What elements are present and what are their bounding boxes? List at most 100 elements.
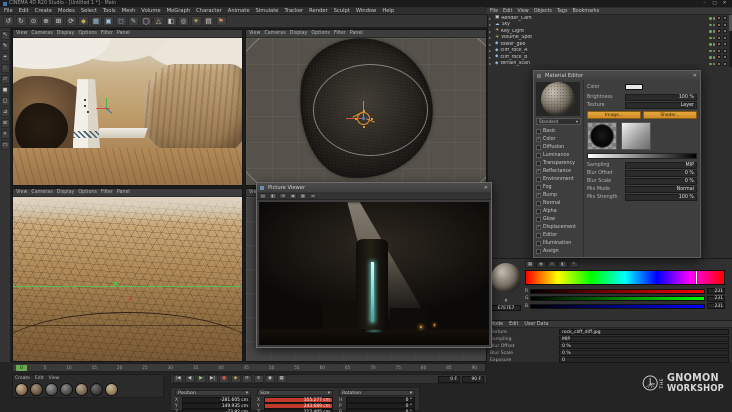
mode-icon[interactable]: ◼ [0,86,10,95]
menu-item[interactable]: Modes [58,8,75,14]
phong-tag-icon[interactable] [723,48,727,53]
render-visibility-dot[interactable] [712,36,715,39]
parameter-field[interactable]: 0 % [625,177,697,185]
viewport-top-canvas[interactable] [246,38,486,185]
toolbar-icon[interactable]: ◯ [140,16,152,26]
phong-tag-icon[interactable] [723,55,727,60]
viewport-top[interactable]: View Cameras Display Options Filter Panel [245,29,487,186]
channel-checkbox[interactable] [536,232,541,238]
channel-checkbox[interactable] [536,208,541,214]
visibility-toggles[interactable] [709,43,715,46]
phong-tag-icon[interactable] [723,42,727,47]
object-row[interactable]: ▸ ◆ tower_geo [487,41,729,48]
viewport-menu-item[interactable]: Filter [101,190,113,195]
transport-button[interactable]: ≡ [253,375,264,383]
texture-tag-icon[interactable] [717,35,721,40]
slider-track[interactable] [530,303,705,309]
viewport-menu-item[interactable]: Filter [101,31,113,36]
expand-caret-icon[interactable]: ▸ [489,29,493,34]
channel-checkbox[interactable]: ✓ [536,168,541,174]
material-channel-row[interactable]: Transparency [536,159,581,167]
editor-visibility-dot[interactable] [709,43,712,46]
material-channel-row[interactable]: Assign [536,247,581,255]
toolbar-icon[interactable]: ◻ [115,16,127,26]
object-row[interactable]: ▸ ◆ terrain_scan [487,61,729,68]
parameter-field[interactable]: Layer [625,101,697,109]
color-swatch[interactable] [625,84,643,90]
object-name[interactable]: Volume_Spot [501,35,707,40]
object-manager-menu-item[interactable]: Bookmarks [572,9,599,14]
object-name[interactable]: Key_Light [501,29,707,34]
material-editor-titlebar[interactable]: Material Editor ✕ [534,71,700,80]
material-channel-row[interactable]: ✓ Displacement [536,223,581,231]
channel-checkbox[interactable] [536,240,541,246]
expand-caret-icon[interactable]: ▸ [489,42,493,47]
mode-icon[interactable]: ↖ [0,31,10,40]
slider-track[interactable] [530,296,705,301]
toolbar-icon[interactable]: ↻ [15,16,27,26]
menu-item[interactable]: Character [196,8,222,14]
transport-button[interactable]: ▦ [276,375,287,383]
material-channel-row[interactable]: Fog [536,183,581,191]
viewport-menu-item[interactable]: View [16,31,27,36]
transport-button[interactable]: ◉ [265,375,275,383]
render-visibility-dot[interactable] [712,43,715,46]
channel-checkbox[interactable] [536,128,541,134]
toolbar-icon[interactable]: ⊕ [40,16,52,26]
phong-tag-icon[interactable] [723,29,727,34]
channel-checkbox[interactable]: ✓ [536,224,541,230]
editor-visibility-dot[interactable] [709,56,712,59]
viewport-front[interactable]: View Cameras Display Options Filter Panel [12,188,243,362]
menu-item[interactable]: MoGraph [167,8,191,14]
channel-checkbox[interactable]: ✓ [536,136,541,142]
viewport-menu-item[interactable]: Cameras [31,31,52,36]
shader-type-dropdown[interactable]: Standard ▾ [536,118,581,125]
texture-tag-icon[interactable] [717,16,721,21]
texture-button[interactable]: Shader... [643,111,697,119]
material-thumbnail[interactable] [90,383,103,396]
mode-icon[interactable]: ⌖ [0,53,10,62]
frame-start-field[interactable]: 0 F [438,375,460,383]
scale-handle[interactable] [371,117,373,120]
expand-caret-icon[interactable]: ▸ [489,22,493,27]
toolbar-icon[interactable]: ↺ [3,16,14,26]
viewport-menu-item[interactable]: Display [57,31,75,36]
material-thumbnail[interactable] [105,383,118,396]
object-row[interactable]: ▸ ▣ Render_Cam [487,15,729,22]
object-row[interactable]: ▸ ◆ cliff_rock_A [487,48,729,55]
menu-item[interactable]: Mesh [122,8,136,14]
phong-tag-icon[interactable] [723,35,727,40]
render-visibility-dot[interactable] [712,56,715,59]
viewport-menu-item[interactable]: Display [57,190,75,195]
axis-gizmo[interactable] [95,97,114,116]
object-manager-menu-item[interactable]: File [490,9,498,14]
expand-caret-icon[interactable]: ▸ [489,16,493,21]
render-visibility-dot[interactable] [712,62,715,65]
toolbar-icon[interactable]: ☀ [190,16,202,26]
viewport-front-canvas[interactable] [13,197,242,361]
editor-visibility-dot[interactable] [709,23,712,26]
texture-tag-icon[interactable] [717,61,721,66]
object-row[interactable]: ▸ ◆ cliff_rock_B [487,54,729,61]
material-thumbnail[interactable] [60,383,73,396]
menu-item[interactable]: Animate [228,8,250,14]
toolbar-icon[interactable]: ⊞ [53,16,64,26]
picture-viewer-tool-icon[interactable]: ▤ [259,192,267,199]
mode-icon[interactable]: ✎ [0,42,10,51]
color-mode-icon[interactable]: ✎ [569,261,579,268]
mode-icon[interactable]: ▭ [0,141,10,150]
attribute-field[interactable]: 0 % [559,343,729,349]
object-name[interactable]: Render_Cam [501,16,707,21]
transform-gizmo[interactable] [346,100,374,129]
transport-button[interactable]: ▶ [196,375,206,383]
parameter-field[interactable]: MIP [625,161,697,169]
texture-button[interactable]: Image... [587,111,641,119]
channel-checkbox[interactable] [536,152,541,158]
picture-viewer-tool-icon[interactable]: ⇔ [309,192,317,199]
channel-checkbox[interactable] [536,144,541,150]
viewport-menu-item[interactable]: Cameras [264,31,285,36]
vertex-point-red[interactable] [129,297,133,300]
object-name[interactable]: cliff_rock_A [500,48,707,53]
slider-value-field[interactable]: 231 [707,288,725,294]
expand-caret-icon[interactable]: ▸ [489,48,493,53]
